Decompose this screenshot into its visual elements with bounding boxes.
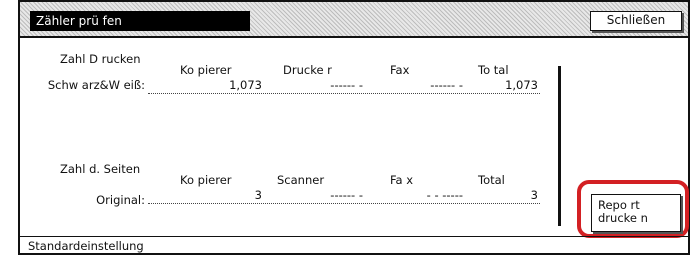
report-button-label-line2: drucke n (598, 211, 648, 225)
drucken-value-fax: ------ - (430, 78, 463, 92)
drucken-row-underline (148, 93, 540, 94)
drucken-value-drucker: ------ - (330, 78, 363, 92)
drucken-row-label: Schw arz&W eiß: (47, 78, 145, 92)
print-report-button[interactable]: Repo rt drucke n (591, 194, 681, 232)
dialog-title: Zähler prü fen (30, 11, 250, 31)
seiten-heading: Zahl d. Seiten (60, 162, 141, 176)
drucken-col-total: To tal (478, 63, 509, 77)
seiten-value-fax: - - ----- (426, 188, 463, 202)
status-bar: Standardeinstellung (20, 236, 688, 255)
close-button[interactable]: Schließen (590, 11, 682, 31)
seiten-value-kopierer: 3 (254, 188, 262, 202)
drucken-value-total: 1,073 (505, 78, 538, 92)
drucken-heading: Zahl D rucken (60, 52, 141, 66)
seiten-row-underline (148, 203, 540, 204)
vertical-separator (558, 66, 561, 226)
seiten-value-total: 3 (530, 188, 538, 202)
counter-dialog: Zähler prü fen Schließen Zahl D rucken K… (18, 0, 690, 255)
seiten-value-scanner: ------ - (330, 188, 363, 202)
seiten-col-total: Total (478, 173, 505, 187)
seiten-col-scanner: Scanner (277, 173, 325, 187)
drucken-col-kopierer: Ko pierer (180, 63, 232, 77)
seiten-row-label: Original: (96, 193, 145, 207)
seiten-col-kopierer: Ko pierer (180, 173, 232, 187)
title-bar: Zähler prü fen Schließen (20, 2, 688, 38)
drucken-value-kopierer: 1,073 (229, 78, 262, 92)
drucken-col-fax: Fax (390, 63, 410, 77)
seiten-col-fax: Fa x (390, 173, 414, 187)
drucken-col-drucker: Drucke r (283, 63, 332, 77)
